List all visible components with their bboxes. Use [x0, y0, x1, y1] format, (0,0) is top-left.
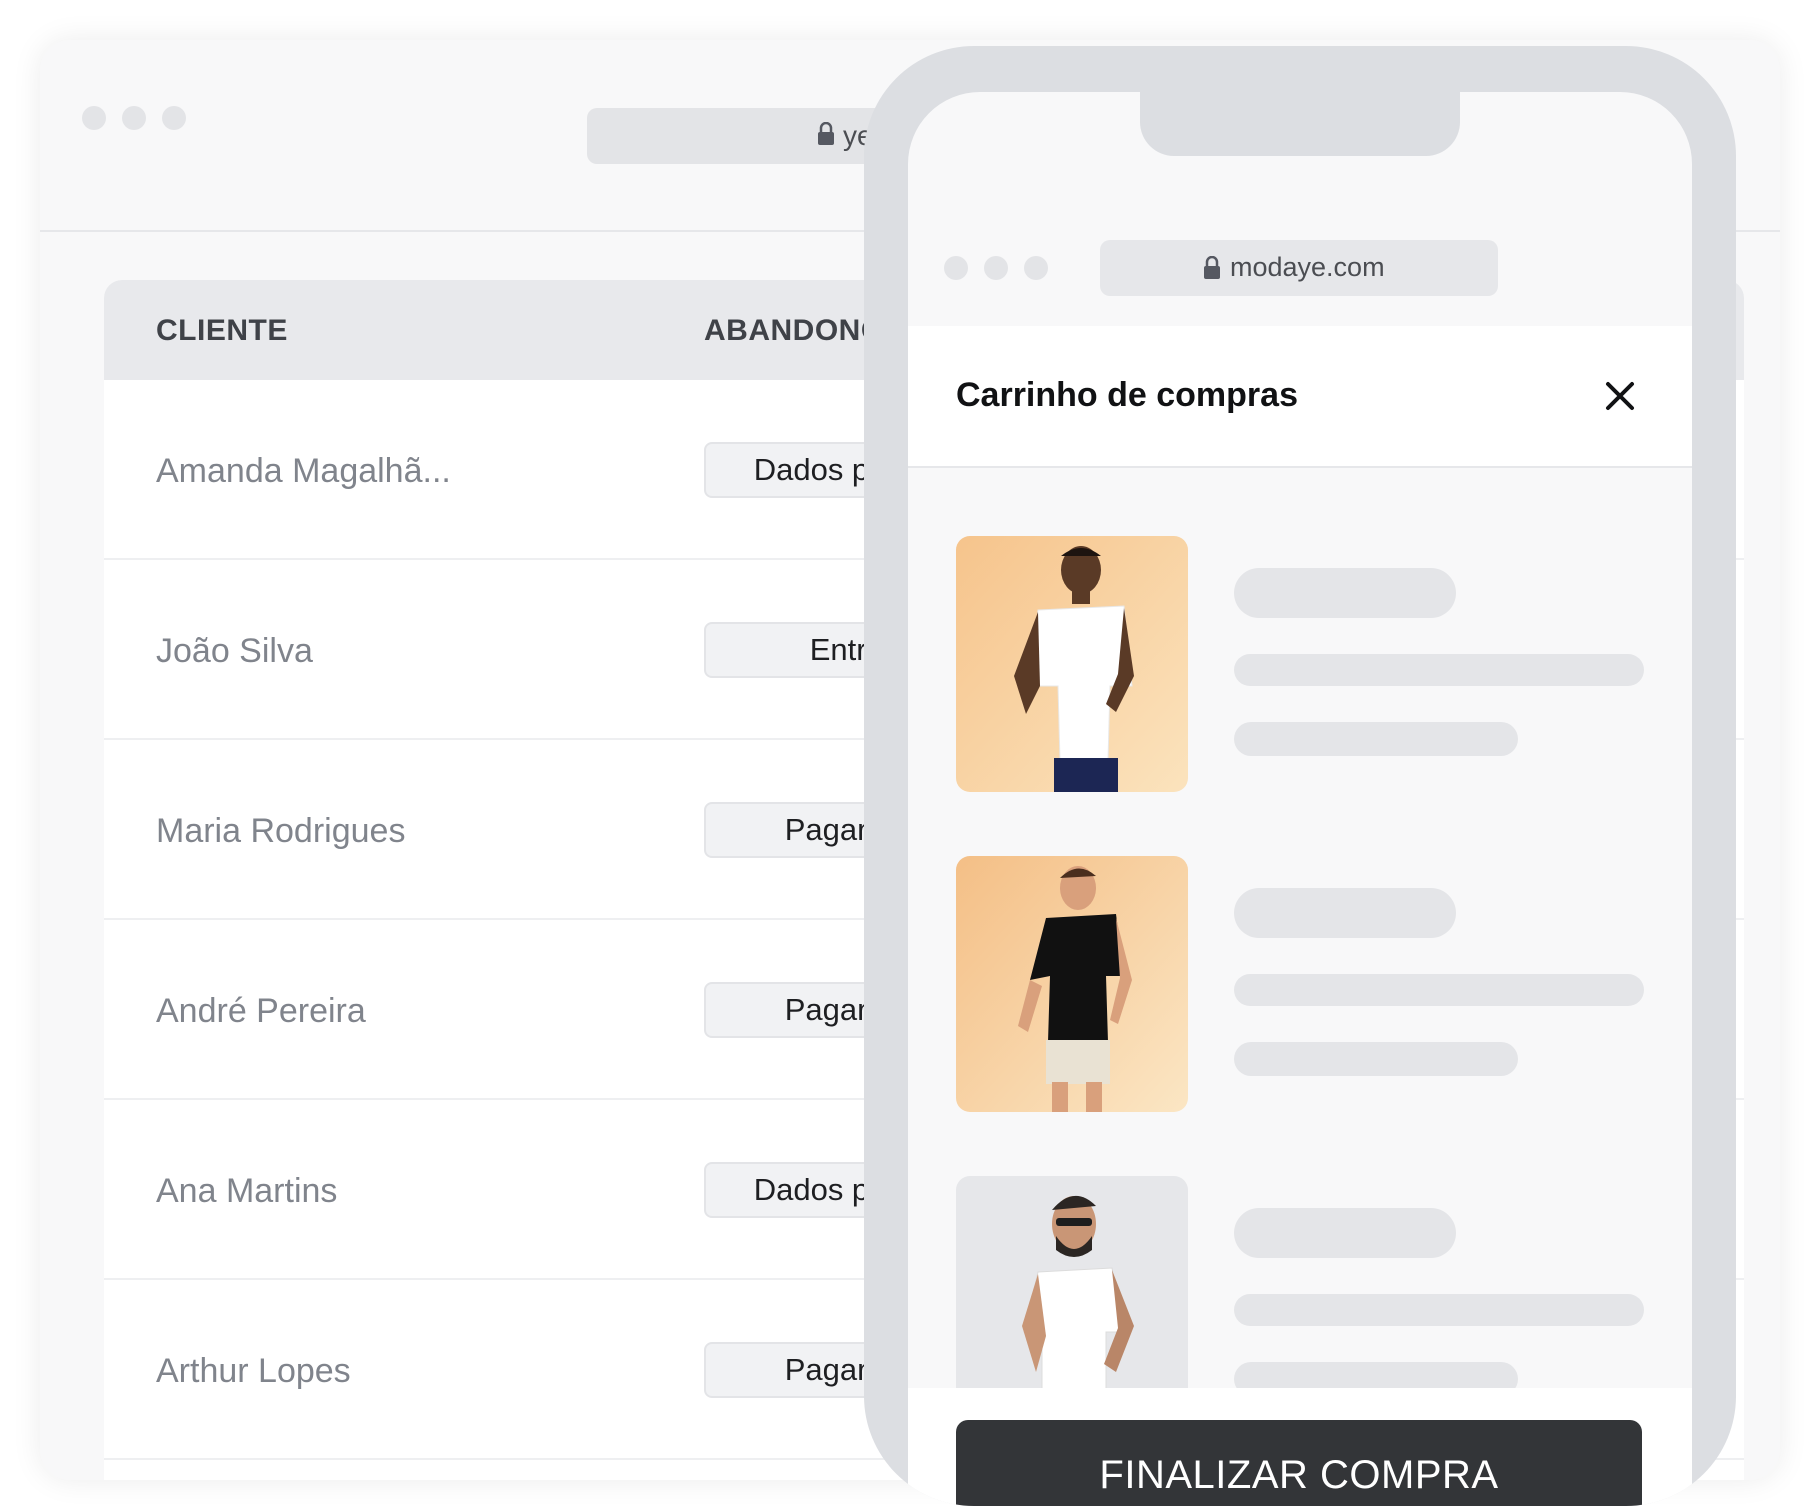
cart-header: Carrinho de compras — [908, 326, 1692, 468]
skeleton-title-placeholder — [1234, 568, 1456, 618]
window-dot-maximize[interactable] — [162, 106, 186, 130]
phone-notch — [1140, 92, 1460, 156]
skeleton-title-placeholder — [1234, 888, 1456, 938]
phone-screen: modaye.com Carrinho de compras FINALIZAR… — [908, 92, 1692, 1506]
client-name: Arthur Lopes — [156, 1352, 351, 1390]
close-icon[interactable] — [1600, 376, 1640, 416]
cart-title: Carrinho de compras — [956, 376, 1298, 414]
column-header-abandonment: ABANDONO — [704, 314, 885, 347]
phone-window-dot-close[interactable] — [944, 256, 968, 280]
product-photo-man-black-shirt-icon — [956, 856, 1188, 1112]
client-name: Maria Rodrigues — [156, 812, 406, 850]
phone-window-dot-maximize[interactable] — [1024, 256, 1048, 280]
cart-item[interactable] — [956, 536, 1650, 796]
skeleton-line-placeholder — [1234, 1042, 1518, 1076]
client-name: Amanda Magalhã... — [156, 452, 451, 490]
product-photo-man-tattoos-icon — [956, 1176, 1188, 1392]
skeleton-line-placeholder — [1234, 974, 1644, 1006]
window-dot-minimize[interactable] — [122, 106, 146, 130]
product-image[interactable] — [956, 1176, 1188, 1392]
column-header-client: CLIENTE — [156, 314, 288, 347]
finalize-purchase-button[interactable]: FINALIZAR COMPRA — [956, 1420, 1642, 1506]
window-dot-close[interactable] — [82, 106, 106, 130]
client-name: João Silva — [156, 632, 313, 670]
phone-window-dot-minimize[interactable] — [984, 256, 1008, 280]
phone-url-text: modaye.com — [1230, 252, 1385, 282]
skeleton-line-placeholder — [1234, 722, 1518, 756]
lock-icon — [1204, 256, 1220, 279]
client-name: André Pereira — [156, 992, 366, 1030]
skeleton-line-placeholder — [1234, 654, 1644, 686]
lock-icon — [818, 122, 834, 145]
skeleton-title-placeholder — [1234, 1208, 1456, 1258]
phone-address-bar[interactable]: modaye.com — [1100, 240, 1498, 296]
product-image[interactable] — [956, 536, 1188, 792]
product-photo-man-white-shirt-icon — [956, 536, 1188, 792]
skeleton-line-placeholder — [1234, 1294, 1644, 1326]
client-name: Ana Martins — [156, 1172, 338, 1210]
phone-mockup: modaye.com Carrinho de compras FINALIZAR… — [864, 46, 1736, 1506]
cart-item[interactable] — [956, 856, 1650, 1116]
product-image[interactable] — [956, 856, 1188, 1112]
checkout-footer: FINALIZAR COMPRA — [908, 1388, 1692, 1506]
